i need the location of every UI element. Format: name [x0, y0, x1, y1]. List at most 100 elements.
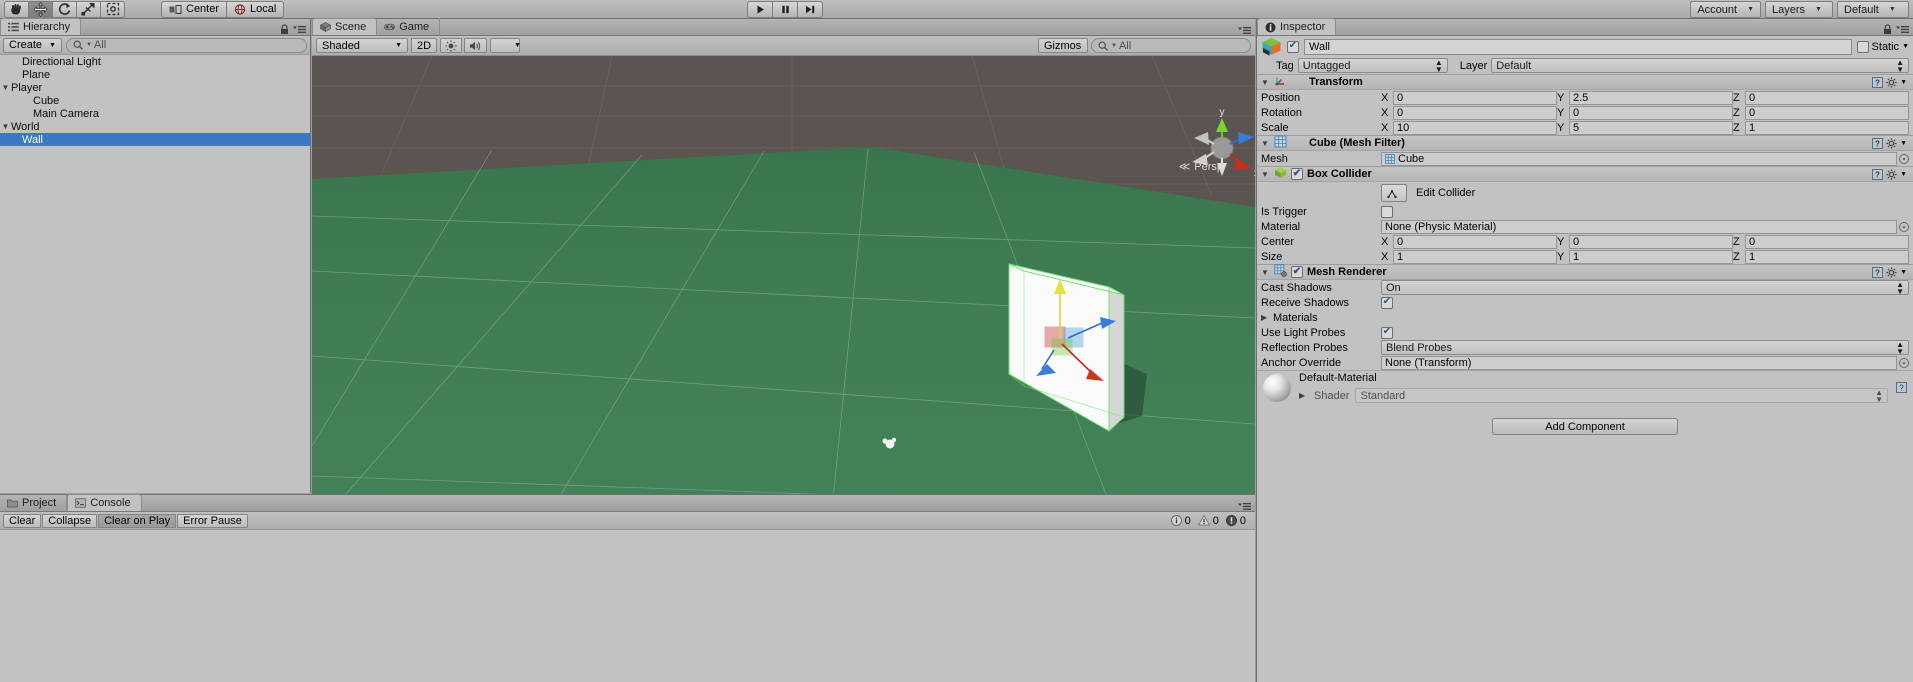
rotate-tool-button[interactable] — [52, 0, 77, 18]
component-header[interactable]: ▼ Cube (Mesh Filter)? ▼ — [1257, 135, 1913, 151]
rotation-y-input[interactable]: 0 — [1569, 105, 1733, 120]
component-enabled-checkbox[interactable] — [1291, 266, 1303, 278]
gameobject-name-input[interactable]: Wall — [1304, 38, 1852, 55]
rotation-z-input[interactable]: 0 — [1745, 105, 1909, 120]
center-z-input[interactable]: 0 — [1745, 234, 1909, 249]
lock-icon[interactable] — [1883, 24, 1892, 35]
hierarchy-search-input[interactable]: ▼ All — [65, 37, 307, 53]
position-y-input[interactable]: 2.5 — [1569, 90, 1733, 105]
console-log-area[interactable] — [0, 530, 1255, 682]
component-enabled-checkbox[interactable] — [1291, 168, 1303, 180]
scene-lighting-toggle[interactable] — [440, 38, 462, 53]
scene-search-input[interactable]: ▼ All — [1091, 38, 1251, 53]
chevron-right-icon[interactable]: ▶ — [1261, 313, 1270, 322]
chevron-down-icon[interactable]: ▼ — [1900, 79, 1907, 86]
account-button[interactable]: Account ▼ — [1690, 1, 1761, 18]
play-button[interactable] — [747, 1, 773, 18]
scene-fx-dropdown[interactable]: ▼ — [490, 38, 521, 53]
hierarchy-item-plane[interactable]: Plane — [0, 68, 310, 81]
hierarchy-item-player[interactable]: ▼ Player — [0, 81, 310, 94]
panel-menu-icon[interactable] — [1238, 26, 1251, 35]
lock-icon[interactable] — [280, 24, 289, 35]
foldout-arrow-icon[interactable]: ▼ — [1261, 78, 1270, 87]
gear-icon[interactable] — [1886, 266, 1897, 278]
cast-shadows-dropdown[interactable]: On ▲ ▼ — [1381, 280, 1909, 295]
chevron-down-icon[interactable]: ▼ — [1900, 171, 1907, 178]
add-component-button[interactable]: Add Component — [1492, 418, 1678, 435]
create-button[interactable]: Create ▼ — [3, 37, 62, 53]
layer-dropdown[interactable]: Default ▲ ▼ — [1491, 58, 1909, 73]
position-x-input[interactable]: 0 — [1393, 90, 1557, 105]
move-tool-button[interactable] — [28, 0, 53, 18]
tab-project[interactable]: Project — [0, 494, 68, 511]
material-object-field[interactable]: None (Physic Material) — [1381, 219, 1897, 234]
chevron-right-icon[interactable]: ▶ — [1299, 391, 1308, 400]
component-header[interactable]: ▼ Transform? ▼ — [1257, 74, 1913, 90]
hierarchy-item-wall[interactable]: Wall — [0, 133, 310, 146]
draw-mode-dropdown[interactable]: Shaded ▼ — [316, 38, 408, 53]
pause-button[interactable] — [772, 1, 798, 18]
foldout-arrow-icon[interactable]: ▼ — [0, 122, 11, 131]
panel-menu-icon[interactable] — [1896, 25, 1909, 34]
layout-button[interactable]: Default ▼ — [1837, 1, 1909, 18]
pivot-mode-button[interactable]: Center — [161, 0, 228, 18]
pivot-rotation-button[interactable]: Local — [226, 0, 285, 18]
object-picker-icon[interactable] — [1899, 153, 1909, 164]
console-clear-on-play-button[interactable]: Clear on Play — [98, 513, 177, 528]
size-y-input[interactable]: 1 — [1569, 249, 1733, 264]
help-icon[interactable]: ? — [1872, 137, 1884, 149]
position-z-input[interactable]: 0 — [1745, 90, 1909, 105]
shader-dropdown[interactable]: Standard ▲ ▼ — [1355, 388, 1888, 403]
hierarchy-item-cube[interactable]: Cube — [0, 94, 310, 107]
toggle-2d-button[interactable]: 2D — [411, 38, 437, 53]
console-error-counter[interactable]: 0 — [1225, 515, 1246, 527]
tab-console[interactable]: Console — [67, 494, 142, 511]
gear-icon[interactable] — [1886, 76, 1897, 88]
reflection-probes-dropdown[interactable]: Blend Probes ▲ ▼ — [1381, 340, 1909, 355]
foldout-arrow-icon[interactable]: ▼ — [1261, 170, 1270, 179]
material-help-icon[interactable]: ? — [1896, 382, 1907, 393]
object-picker-icon[interactable] — [1899, 357, 1909, 368]
tab-game[interactable]: Game — [377, 18, 441, 35]
rotation-x-input[interactable]: 0 — [1393, 105, 1557, 120]
console-collapse-button[interactable]: Collapse — [42, 513, 98, 528]
center-x-input[interactable]: 0 — [1393, 234, 1557, 249]
component-header[interactable]: ▼Box Collider?▼ — [1257, 166, 1913, 182]
console-clear-button[interactable]: Clear — [3, 513, 42, 528]
mesh-object-field[interactable]: Cube — [1381, 151, 1897, 166]
receive-shadows-checkbox[interactable] — [1381, 296, 1393, 309]
size-z-input[interactable]: 1 — [1745, 249, 1909, 264]
gizmos-dropdown[interactable]: Gizmos ▼ — [1038, 38, 1106, 53]
scale-x-input[interactable]: 10 — [1393, 120, 1557, 135]
foldout-arrow-icon[interactable]: ▼ — [0, 83, 11, 92]
tab-scene[interactable]: Scene — [312, 18, 378, 35]
console-warning-counter[interactable]: 0 — [1197, 515, 1219, 527]
gameobject-enabled-checkbox[interactable] — [1287, 40, 1299, 53]
static-checkbox[interactable] — [1856, 40, 1869, 53]
tab-hierarchy[interactable]: Hierarchy — [0, 18, 82, 35]
foldout-arrow-icon[interactable]: ▼ — [1261, 139, 1270, 148]
tab-inspector[interactable]: Inspector — [1257, 18, 1337, 35]
chevron-down-icon[interactable]: ▼ — [1900, 140, 1907, 147]
chevron-down-icon[interactable]: ▼ — [1902, 43, 1909, 50]
scene-audio-toggle[interactable] — [464, 38, 487, 53]
hierarchy-item-main-camera[interactable]: Main Camera — [0, 107, 310, 120]
scale-tool-button[interactable] — [76, 0, 101, 18]
rect-tool-button[interactable] — [100, 0, 125, 18]
object-picker-icon[interactable] — [1899, 221, 1909, 232]
hierarchy-item-world[interactable]: ▼ World — [0, 120, 310, 133]
gear-icon[interactable] — [1886, 137, 1897, 149]
tag-dropdown[interactable]: Untagged ▲ ▼ — [1297, 58, 1448, 73]
scale-y-input[interactable]: 5 — [1569, 120, 1733, 135]
scene-projection-label-wrap[interactable]: ≪ Persp — [1179, 160, 1223, 174]
is-trigger-checkbox[interactable] — [1381, 205, 1393, 218]
hierarchy-item-directional-light[interactable]: Directional Light — [0, 55, 310, 68]
hierarchy-list[interactable]: Directional Light Plane ▼ Player Cube Main Ca… — [0, 55, 310, 492]
component-header[interactable]: ▼Mesh Renderer?▼ — [1257, 264, 1913, 280]
layers-button[interactable]: Layers ▼ — [1765, 1, 1833, 18]
hand-tool-button[interactable] — [4, 0, 29, 18]
scene-viewport[interactable]: y z x . — [312, 56, 1255, 510]
console-info-counter[interactable]: 0 — [1170, 515, 1191, 527]
field-label[interactable]: ▶ Materials — [1261, 312, 1381, 324]
step-button[interactable] — [797, 1, 823, 18]
